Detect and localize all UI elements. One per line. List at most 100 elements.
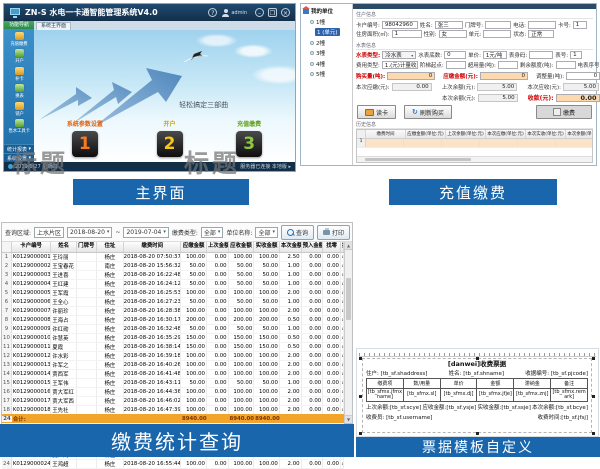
col-header[interactable]: 实收金额	[254, 242, 280, 252]
scroll-down-icon[interactable]: ▼	[345, 415, 352, 423]
selection-handle[interactable]	[592, 432, 595, 435]
pay-button[interactable]: 缴费	[536, 105, 592, 119]
sidebar-item[interactable]: 充值缴费	[10, 32, 28, 47]
scrollbar-thumb[interactable]	[365, 158, 471, 161]
table-row[interactable]: 11 K0129000011 夏霞 杨庄 2018-08-20 16:38:14…	[2, 343, 344, 352]
receipt-template[interactable]: [danwei]收费票据 住户: [tb_sf.shaddress] 姓名: […	[362, 358, 592, 433]
history-column-header[interactable]: 缴费时间	[366, 130, 406, 138]
unit-select[interactable]: 全部▾	[255, 227, 278, 238]
over-field[interactable]	[498, 61, 518, 69]
table-row[interactable]: 24 K0129000024 王鸿超 杨庄 2018-08-20 16:55:4…	[2, 460, 344, 469]
col-header[interactable]: 本次金额	[280, 242, 302, 252]
table-row[interactable]: 5 K0129000005 王军霞 杨庄 2018-08-20 16:25:53…	[2, 289, 344, 298]
selection-handle[interactable]	[359, 395, 362, 398]
selection-handle[interactable]	[476, 357, 479, 360]
table-row[interactable]: 9 K0129000009 许红勋 杨庄 2018-08-20 16:32:48…	[2, 325, 344, 334]
type-select[interactable]: 全部▾	[201, 227, 224, 238]
history-column-header[interactable]: 本次实收(单位:元)	[526, 130, 566, 138]
meter-type-select[interactable]: 冷水表▾	[382, 51, 416, 59]
status-field[interactable]: 正常	[528, 30, 554, 38]
table-row[interactable]: 6 K0129000006 王全心 杨庄 2018-08-20 16:27:23…	[2, 298, 344, 307]
receipt-title[interactable]: [danwei]收费票据	[366, 360, 588, 368]
table-row[interactable]: 14 K0129000014 贾西军 杨庄 2018-08-20 16:41:4…	[2, 370, 344, 379]
restore-icon[interactable]: ❐	[268, 8, 277, 17]
scrollbar-thumb[interactable]	[346, 278, 351, 320]
horizontal-scrollbar[interactable]	[357, 156, 592, 162]
table-row[interactable]: 1 K0129000001 王玲丽 杨庄 2018-08-20 07:50:37…	[2, 253, 344, 262]
selection-handle[interactable]	[592, 395, 595, 398]
table-row[interactable]: 8 K0129000008 王海占 杨庄 2018-08-20 16:30:17…	[2, 316, 344, 325]
sidebar-item[interactable]: 开户	[15, 49, 24, 64]
user-menu[interactable]: admin	[222, 8, 247, 17]
selection-handle[interactable]	[476, 432, 479, 435]
history-column-header[interactable]: 本次应缴(单位:元)	[486, 130, 526, 138]
adjust-field[interactable]: 0	[566, 72, 600, 80]
col-header[interactable]: 住址	[97, 242, 125, 252]
remain-field[interactable]	[556, 61, 576, 69]
table-row[interactable]: 16 K0129000016 贾大军红 杨庄 2018-08-20 16:44:…	[2, 388, 344, 397]
meter-code-field[interactable]	[529, 51, 553, 59]
tab-home[interactable]: 系统主界面	[36, 22, 71, 30]
name-field[interactable]: 张三	[435, 21, 463, 29]
tree-node[interactable]: 1幢	[310, 18, 350, 26]
tree-node[interactable]: 3幢	[310, 49, 350, 57]
meter-base-field[interactable]: 0	[444, 51, 466, 59]
search-button[interactable]: 查询	[281, 225, 314, 240]
table-row[interactable]: 7 K0129000007 许丽珍 杨庄 2018-08-20 16:28:38…	[2, 307, 344, 316]
minimize-icon[interactable]: –	[255, 8, 264, 17]
selection-handle[interactable]	[592, 357, 595, 360]
card-id-field[interactable]: 1	[573, 21, 587, 29]
ladder-field[interactable]	[446, 61, 466, 69]
step-1[interactable]: 系统参数设置 1	[67, 119, 103, 157]
table-row[interactable]: 2 K0129000002 王宝春花 南庄 2018-08-20 15:56:3…	[2, 262, 344, 271]
col-header[interactable]: 找零	[323, 242, 341, 252]
history-column-header[interactable]: 上次余额(单位:元)	[446, 130, 486, 138]
table-row[interactable]: 12 K0129000012 许水彩 杨庄 2018-08-20 16:39:1…	[2, 352, 344, 361]
close-icon[interactable]: ×	[281, 8, 290, 17]
scroll-up-icon[interactable]: ▲	[345, 242, 352, 250]
receipt-table[interactable]: 缴费项 数/用量 单价 金额 滞纳金 备注 [tb_sfmx.jfmxname]…	[366, 378, 588, 402]
tree-node[interactable]: 2幢	[310, 39, 350, 47]
history-row[interactable]: 1	[357, 139, 592, 148]
col-header[interactable]: 门牌号	[77, 242, 97, 252]
area-field[interactable]: 1	[392, 30, 422, 38]
selection-handle[interactable]	[359, 432, 362, 435]
table-row[interactable]: 3 K0129000003 王进喜 杨庄 2018-08-20 16:22:48…	[2, 271, 344, 280]
tree-node[interactable]: 5幢	[310, 70, 350, 78]
tree-node-selected[interactable]: 1 (单元)	[315, 28, 350, 36]
date-to-picker[interactable]: 2019-07-04▾	[123, 227, 168, 238]
print-button[interactable]: 打印	[317, 225, 350, 240]
read-card-button[interactable]: 读卡	[357, 105, 396, 119]
step-2[interactable]: 开户 2	[157, 119, 183, 157]
col-header[interactable]: 预入金额	[302, 242, 324, 252]
table-row[interactable]: 15 K0129000015 王军伟 杨庄 2018-08-20 16:43:1…	[2, 379, 344, 388]
sidebar-item[interactable]: 补卡	[15, 67, 24, 82]
table-row[interactable]: 4 K0129000004 王红建 杨庄 2018-08-20 16:24:12…	[2, 280, 344, 289]
selection-handle[interactable]	[359, 357, 362, 360]
table-row[interactable]: 13 K0129000013 许军之 杨庄 2018-08-20 16:40:2…	[2, 361, 344, 370]
col-header[interactable]: 缴费时间	[124, 242, 181, 252]
tree-root[interactable]: 我的单位	[303, 7, 350, 15]
vertical-scrollbar[interactable]: ▲ ▼	[344, 242, 352, 423]
table-row[interactable]: 17 K0129000017 贾大军西 杨庄 2018-08-20 16:46:…	[2, 397, 344, 406]
meter-no-field[interactable]: 1	[570, 51, 582, 59]
col-header[interactable]: 应缴金额	[181, 242, 207, 252]
history-column-header[interactable]: 应缴金额(单位:元)	[406, 130, 446, 138]
door-no-field[interactable]	[485, 21, 511, 29]
sidebar-item[interactable]: 售水工具卡	[8, 119, 31, 134]
phone-field[interactable]	[528, 21, 556, 29]
help-icon[interactable]: ?	[208, 8, 217, 17]
buy-amount-field[interactable]: 0	[387, 72, 435, 80]
collect-field[interactable]: 0.00	[556, 94, 600, 102]
sidebar-item[interactable]: 销户	[15, 102, 24, 117]
col-header[interactable]: 姓名	[51, 242, 77, 252]
sidebar-item[interactable]: 换表	[15, 84, 24, 99]
fee-type-field[interactable]: 1.(元)计量收费	[382, 61, 418, 69]
unit-field[interactable]	[483, 30, 511, 38]
tree-node[interactable]: 4幢	[310, 60, 350, 68]
table-row[interactable]: 10 K0129000010 许慧英 杨庄 2018-08-20 16:35:2…	[2, 334, 344, 343]
step-3[interactable]: 充值缴费 3	[236, 119, 262, 157]
history-column-header[interactable]: 本次余额(单位:元)	[566, 130, 593, 138]
gender-field[interactable]: 女	[439, 30, 467, 38]
date-from-picker[interactable]: 2018-08-20▾	[67, 227, 112, 238]
